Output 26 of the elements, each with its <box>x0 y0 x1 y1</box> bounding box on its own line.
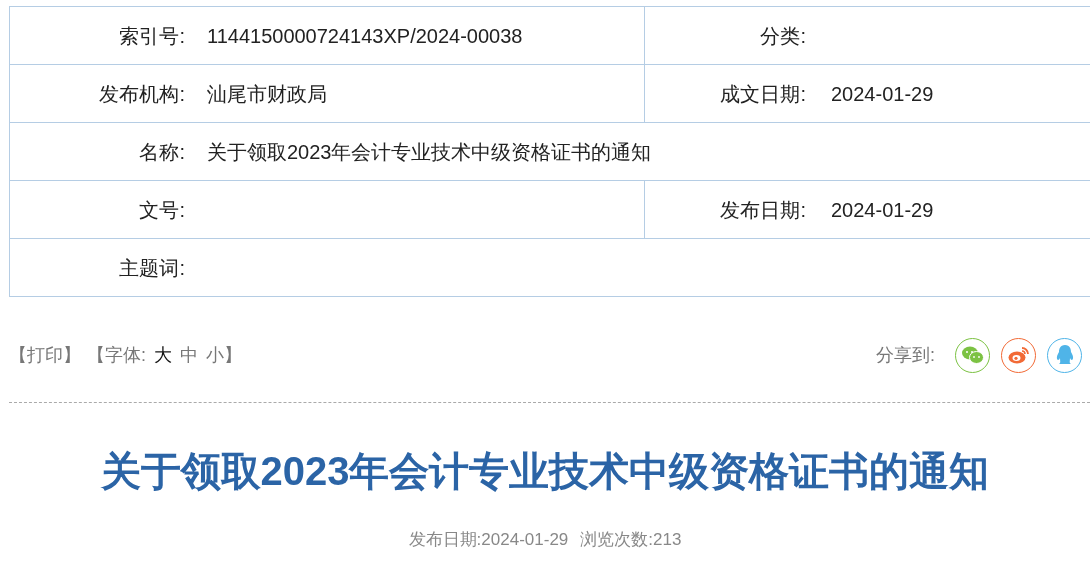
share-label: 分享到: <box>876 343 935 367</box>
bracket-text: 】 <box>224 343 242 367</box>
view-count: 浏览次数:213 <box>580 529 682 551</box>
font-size-option[interactable]: 中 <box>180 341 198 369</box>
field-label: 分类: <box>760 23 806 49</box>
article-title: 关于领取2023年会计专业技术中级资格证书的通知 <box>99 448 991 495</box>
font-size-option[interactable]: 小 <box>206 341 224 369</box>
field-value: 关于领取2023年会计专业技术中级资格证书的通知 <box>207 139 652 165</box>
field-label: 名称: <box>138 139 185 165</box>
field-label: 发布日期: <box>720 197 806 223</box>
print-link[interactable]: 【打印】 <box>9 341 81 369</box>
font-size-label: 【字体: <box>87 343 146 367</box>
field-value: 1144150000724143XP/2024-00038 <box>207 23 523 49</box>
field-label: 发布机构: <box>98 81 185 107</box>
penguin-icon <box>1055 344 1074 366</box>
field-label: 文号: <box>138 197 185 223</box>
font-size-option[interactable]: 大 <box>154 341 172 369</box>
chat-bubbles-icon <box>961 345 984 365</box>
eye-swirl-icon <box>1007 346 1030 364</box>
field-label: 成文日期: <box>720 81 806 107</box>
field-label: 主题词: <box>118 255 185 281</box>
field-label: 索引号: <box>118 23 185 49</box>
field-value: 2024-01-29 <box>831 197 934 223</box>
field-value: 2024-01-29 <box>831 81 934 107</box>
publish-date: 发布日期:2024-01-29 <box>408 529 569 551</box>
field-value: 汕尾市财政局 <box>207 81 327 107</box>
